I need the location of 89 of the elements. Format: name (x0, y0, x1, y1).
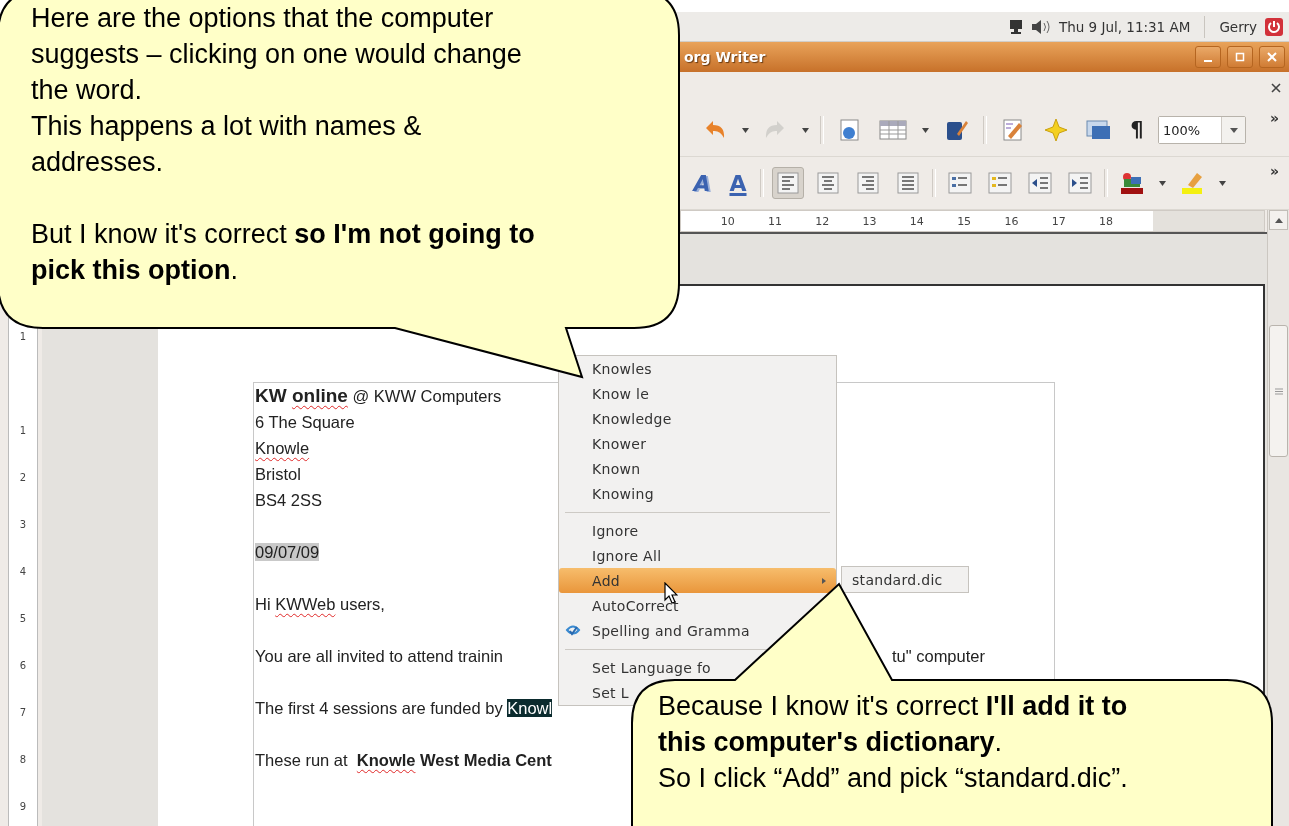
gallery-icon (1086, 119, 1112, 141)
menu-item[interactable]: Ignore (559, 518, 836, 543)
grip-icon (1274, 387, 1283, 395)
submenu-item[interactable]: standard.dic (852, 571, 943, 588)
ruler-label: 11 (766, 214, 783, 228)
document-line: BS4 2SS (255, 490, 322, 510)
user-name[interactable]: Gerry (1219, 18, 1257, 35)
callout-text: Because I know it's correct I'll add it to this computer's dictionary. So I click “Add” and pick “standard.dic”. (658, 690, 1128, 795)
caret-icon (741, 127, 749, 133)
ruler-label: 2 (19, 472, 27, 483)
document-line: 6 The Square (255, 412, 355, 432)
close-icon (1267, 52, 1277, 62)
decrease-indent-icon (1028, 172, 1052, 194)
close-button[interactable] (1259, 46, 1285, 68)
document-line: Bristol (255, 464, 301, 484)
align-left-icon (777, 172, 799, 194)
caret-icon (1229, 127, 1238, 133)
ruler-label: 16 (1003, 214, 1020, 228)
menu-item[interactable]: Knowledge (559, 406, 836, 431)
callout-text: But I know it's correct so I'm not going to pick this option. (31, 218, 535, 287)
ruler-label: 5 (19, 613, 27, 624)
menu-item[interactable]: Knower (559, 431, 836, 456)
clock-text[interactable]: Thu 9 Jul, 11:31 AM (1058, 18, 1191, 35)
table-icon (879, 120, 907, 140)
highlighter-icon (1179, 171, 1205, 195)
scrollbar-thumb[interactable] (1269, 325, 1288, 457)
document-text: tu" computer (892, 646, 986, 666)
menu-item[interactable]: Know le (559, 381, 836, 406)
minimize-icon (1204, 60, 1212, 62)
ruler-label: 7 (19, 707, 27, 718)
ruler-label: 4 (19, 566, 27, 577)
ruler-label: 1 (19, 425, 27, 436)
maximize-button[interactable] (1227, 46, 1253, 68)
close-document-button[interactable] (1271, 83, 1281, 93)
ruler-label: 10 (719, 214, 736, 228)
caret-icon (1274, 217, 1283, 223)
ruler-label: 12 (814, 214, 831, 228)
speaker-icon[interactable] (1030, 18, 1051, 35)
bullets-icon (988, 172, 1012, 194)
ruler-label: 18 (1098, 214, 1114, 228)
caret-icon (921, 127, 929, 133)
align-button[interactable] (772, 167, 804, 199)
menu-item[interactable]: Ignore All (559, 543, 836, 568)
close-icon (1271, 83, 1281, 93)
underline-button[interactable]: A (724, 167, 752, 199)
toolbar-overflow-button[interactable]: » (1265, 163, 1283, 179)
toolbar-overflow-button[interactable]: » (1265, 110, 1283, 126)
ruler-label: 15 (956, 214, 973, 228)
ruler-label: 1 (19, 331, 27, 342)
document-line: The first 4 sessions are funded by Knowl (255, 698, 553, 718)
document-line: KW online @ KWW Computers (255, 385, 502, 407)
submenu-arrow-icon (822, 578, 826, 584)
align-right-icon (857, 172, 879, 194)
document-line: You are all invited to attend trainin (255, 646, 503, 666)
callout-text: Here are the options that the computer suggests – clicking on one would change the word. This happens a lot with names & addresses. (31, 2, 522, 179)
zoom-dropdown-button[interactable] (1221, 117, 1245, 143)
pencil-icon (945, 118, 969, 142)
document-line: Knowle (255, 438, 310, 458)
star-icon (1044, 118, 1068, 142)
numbering-icon (948, 172, 972, 194)
minimize-button[interactable] (1195, 46, 1221, 68)
window-title: org Writer (684, 49, 766, 65)
ruler-label: 8 (19, 754, 27, 765)
zoom-combobox[interactable]: 100% (1158, 116, 1246, 144)
power-icon[interactable] (1265, 17, 1283, 36)
monitor-icon (1008, 18, 1023, 35)
ruler-label: 9 (19, 801, 27, 812)
caret-icon (1218, 180, 1226, 186)
caret-icon (1158, 180, 1166, 186)
ruler-label: 17 (1050, 214, 1067, 228)
document-line: Hi KWWeb users, (255, 594, 385, 614)
menu-item[interactable]: Knowing (559, 481, 836, 506)
maximize-icon (1235, 52, 1245, 62)
document-pencil-icon (1001, 118, 1025, 142)
ruler-label: 3 (19, 519, 27, 530)
ruler-label: 14 (908, 214, 925, 228)
menu-item[interactable]: Known (559, 456, 836, 481)
formatting-marks-button[interactable]: ¶ (1125, 114, 1149, 146)
increase-indent-icon (1068, 172, 1092, 194)
ruler-label: 6 (19, 660, 27, 671)
document-globe-icon (838, 118, 862, 142)
paint-bucket-icon (1119, 171, 1145, 195)
align-center-icon (817, 172, 839, 194)
scroll-up-button[interactable] (1269, 210, 1288, 230)
caret-icon (801, 127, 809, 133)
document-line: These run at Knowle West Media Cent (255, 750, 552, 770)
justify-icon (897, 172, 919, 194)
shadow-button[interactable]: A (688, 167, 716, 199)
ruler-label: 13 (861, 214, 878, 228)
